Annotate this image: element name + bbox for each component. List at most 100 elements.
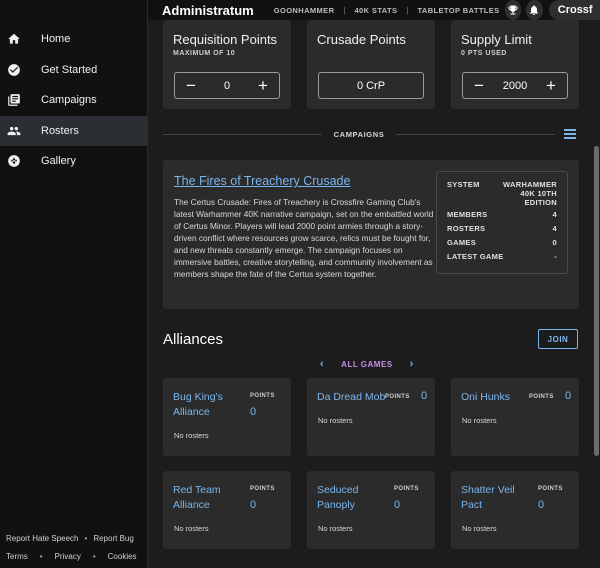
alliance-card: Bug King's Alliance POINTS 0 No rosters xyxy=(163,378,291,456)
alliance-points-label: POINTS xyxy=(538,486,563,492)
join-button[interactable]: JOIN xyxy=(538,329,578,349)
bell-icon[interactable] xyxy=(526,0,543,20)
supply-decrement-button[interactable]: − xyxy=(471,77,487,94)
stat-label: LATEST GAME xyxy=(447,252,504,261)
stat-label: GAMES xyxy=(447,238,477,247)
alliances-title: Alliances xyxy=(163,331,224,348)
stat-row-system: SYSTEM WARHAMMER 40K 10TH EDITION xyxy=(447,180,557,210)
alliance-rosters: No rosters xyxy=(462,524,497,533)
goonhammer-link[interactable]: GOONHAMMER xyxy=(274,6,335,15)
stat-value: - xyxy=(554,252,557,261)
report-bug-link[interactable]: Report Bug xyxy=(93,534,133,543)
campaign-title-link[interactable]: The Fires of Treachery Crusade xyxy=(174,174,350,188)
stat-value: 0 xyxy=(552,238,557,247)
sidebar-item-campaigns[interactable]: Campaigns xyxy=(0,85,148,116)
supply-increment-button[interactable]: + xyxy=(543,77,559,94)
alliance-points-value: 0 xyxy=(565,390,572,402)
divider-line xyxy=(396,133,555,135)
alliance-rosters: No rosters xyxy=(174,431,209,440)
list-view-icon[interactable] xyxy=(564,129,576,139)
sidebar-item-home[interactable]: Home xyxy=(0,24,148,55)
cookies-link[interactable]: Cookies xyxy=(108,552,137,561)
games-filter-label[interactable]: ALL GAMES xyxy=(341,360,392,369)
sidebar-nav: Home Get Started Campaigns Rosters Galle… xyxy=(0,24,148,177)
crusade-points-value: 0 CrP xyxy=(318,72,424,99)
stat-value: 4 xyxy=(552,224,557,233)
sidebar: Home Get Started Campaigns Rosters Galle… xyxy=(0,0,148,568)
terms-link[interactable]: Terms xyxy=(6,552,28,561)
alliance-points-value: 0 xyxy=(394,499,401,511)
sidebar-item-rosters[interactable]: Rosters xyxy=(0,115,148,146)
alliance-card: Shatter Veil Pact POINTS 0 No rosters xyxy=(451,471,579,549)
supply-limit-stepper: − 2000 + xyxy=(462,72,568,99)
alliance-name-link[interactable]: Seduced Panoply xyxy=(317,483,383,513)
stat-row-games: GAMES 0 xyxy=(447,238,557,252)
requisition-points-card: Requisition Points MAXIMUM OF 10 − 0 + xyxy=(163,20,291,109)
requisition-points-value[interactable]: 0 xyxy=(224,80,230,92)
campaign-description: The Certus Crusade: Fires of Treachery i… xyxy=(174,197,434,279)
main-content: Requisition Points MAXIMUM OF 10 − 0 + C… xyxy=(148,20,592,568)
sidebar-item-label: Campaigns xyxy=(41,94,97,107)
campaign-stats-panel: SYSTEM WARHAMMER 40K 10TH EDITION MEMBER… xyxy=(436,171,568,274)
alliance-points-value: 0 xyxy=(421,390,428,402)
stat-label: SYSTEM xyxy=(447,180,480,189)
supply-limit-subtitle: 0 PTS USED xyxy=(461,50,507,57)
sidebar-item-label: Rosters xyxy=(41,124,79,137)
chevron-left-icon[interactable]: ‹ xyxy=(320,358,324,370)
sidebar-item-label: Gallery xyxy=(41,155,76,168)
supply-limit-value[interactable]: 2000 xyxy=(503,80,527,92)
sidebar-item-label: Get Started xyxy=(41,63,98,76)
supply-limit-title: Supply Limit xyxy=(461,32,532,47)
alliance-name-link[interactable]: Oni Hunks xyxy=(461,390,527,405)
app-title[interactable]: Administratum xyxy=(162,3,254,18)
alliance-card: Da Dread Mob POINTS 0 No rosters xyxy=(307,378,435,456)
campaigns-section-label: CAMPAIGNS xyxy=(333,129,385,139)
alliance-rosters: No rosters xyxy=(462,416,497,425)
requisition-points-subtitle: MAXIMUM OF 10 xyxy=(173,50,236,57)
stat-row-members: MEMBERS 4 xyxy=(447,210,557,224)
sidebar-item-gallery[interactable]: Gallery xyxy=(0,146,148,177)
alliance-card: Red Team Alliance POINTS 0 No rosters xyxy=(163,471,291,549)
privacy-link[interactable]: Privacy xyxy=(55,552,81,561)
alliance-points-label: POINTS xyxy=(529,394,554,400)
divider-line xyxy=(163,133,322,135)
chevron-right-icon[interactable]: › xyxy=(410,358,414,370)
library-icon xyxy=(7,93,21,107)
alliance-name-link[interactable]: Bug King's Alliance xyxy=(173,390,239,420)
header-separator: | xyxy=(343,5,346,15)
alliance-rosters: No rosters xyxy=(318,524,353,533)
sidebar-footer: Report Hate Speech • Report Bug Terms • … xyxy=(0,529,148,568)
sidebar-item-get-started[interactable]: Get Started xyxy=(0,55,148,86)
alliance-points-value: 0 xyxy=(250,406,257,418)
footer-dot: • xyxy=(39,551,43,561)
scrollbar-thumb[interactable] xyxy=(594,146,599,456)
crusade-points-card: Crusade Points 0 CrP xyxy=(307,20,435,109)
alliance-points-value: 0 xyxy=(538,499,545,511)
campaign-card: The Fires of Treachery Crusade The Certu… xyxy=(163,160,579,309)
tabletop-battles-link[interactable]: TABLETOP BATTLES xyxy=(417,6,499,15)
games-filter: ‹ ALL GAMES › xyxy=(320,358,414,370)
home-icon xyxy=(7,32,21,46)
trophy-icon[interactable] xyxy=(504,0,522,20)
alliance-points-label: POINTS xyxy=(250,393,275,399)
alliance-card: Seduced Panoply POINTS 0 No rosters xyxy=(307,471,435,549)
stat-row-latest-game: LATEST GAME - xyxy=(447,252,557,266)
stat-label: MEMBERS xyxy=(447,210,488,219)
40k-stats-link[interactable]: 40K STATS xyxy=(354,6,397,15)
header-separator: | xyxy=(406,5,409,15)
alliance-rosters: No rosters xyxy=(318,416,353,425)
supply-limit-card: Supply Limit 0 PTS USED − 2000 + xyxy=(451,20,579,109)
alliance-name-link[interactable]: Red Team Alliance xyxy=(173,483,239,513)
campaigns-divider: CAMPAIGNS xyxy=(163,128,577,140)
user-menu-button[interactable]: Crossf xyxy=(548,0,600,20)
requisition-increment-button[interactable]: + xyxy=(255,77,271,94)
stat-label: ROSTERS xyxy=(447,224,486,233)
sidebar-item-label: Home xyxy=(41,33,71,46)
report-hate-speech-link[interactable]: Report Hate Speech xyxy=(6,534,79,543)
requisition-decrement-button[interactable]: − xyxy=(183,77,199,94)
stat-value: WARHAMMER 40K 10TH EDITION xyxy=(503,180,557,207)
alliance-points-label: POINTS xyxy=(250,486,275,492)
main-scrollbar[interactable] xyxy=(592,20,600,568)
alliance-name-link[interactable]: Shatter Veil Pact xyxy=(461,483,527,513)
aperture-icon xyxy=(7,154,21,168)
